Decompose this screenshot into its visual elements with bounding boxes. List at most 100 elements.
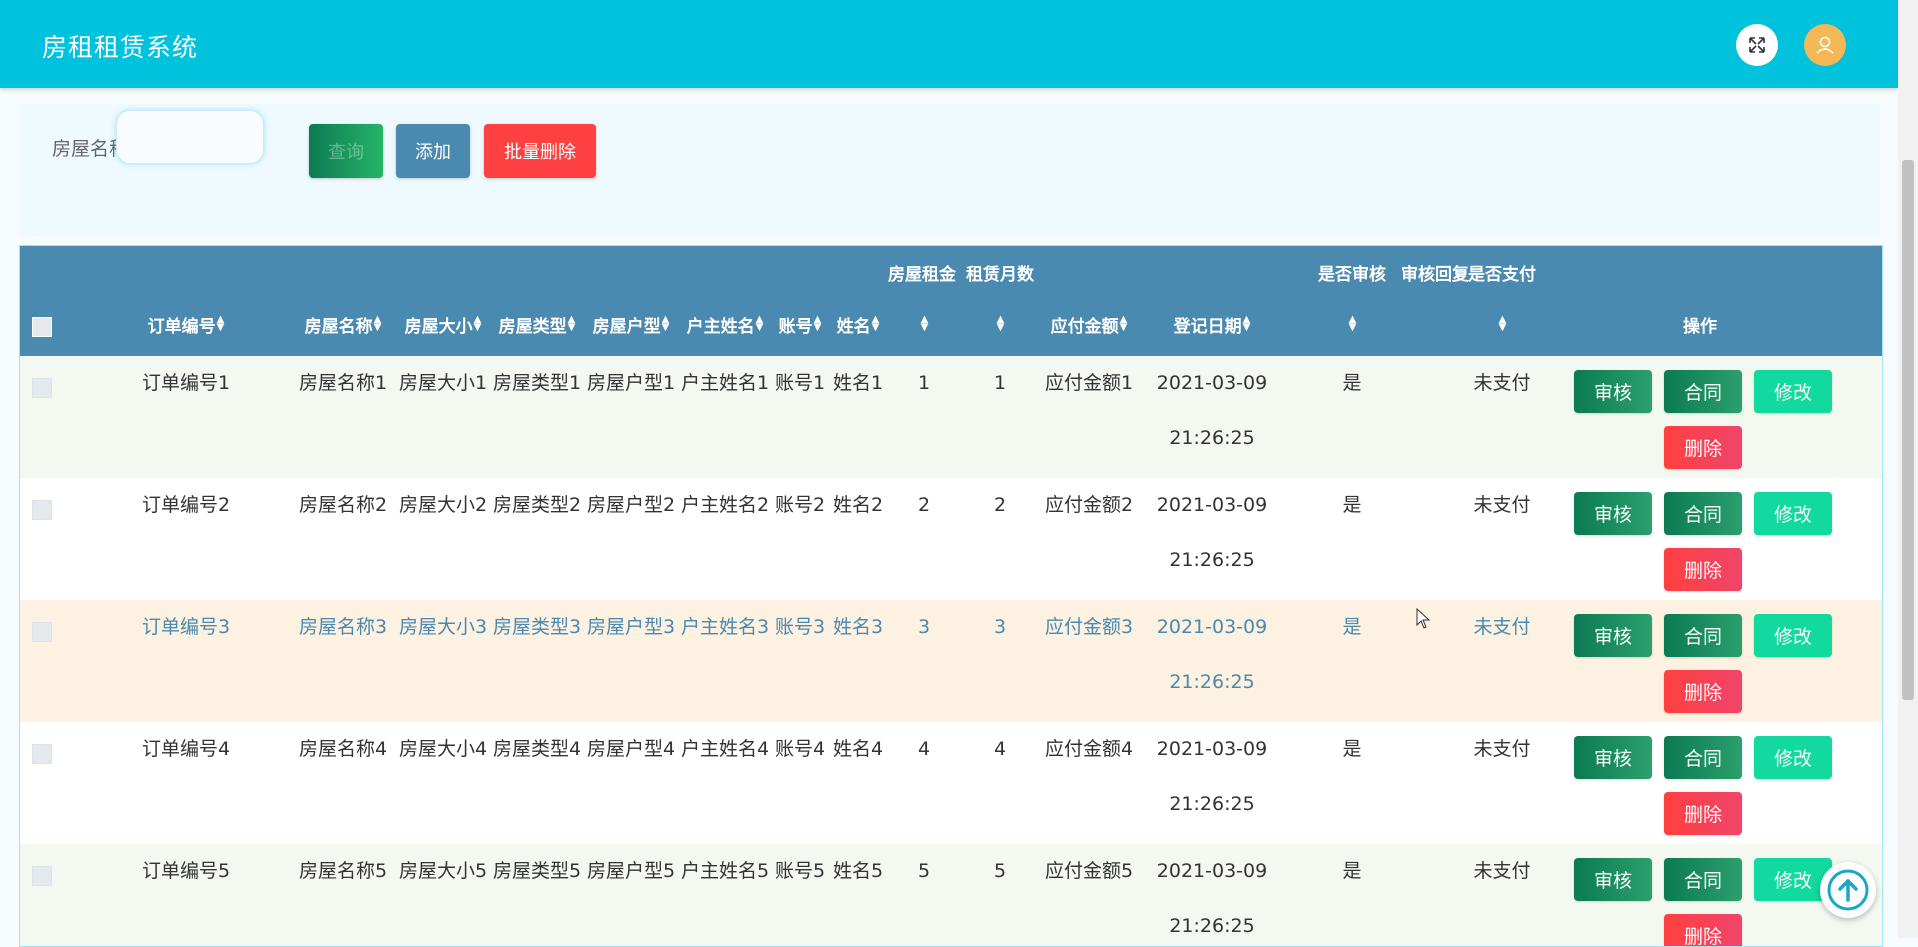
cell-audited: 是 <box>1342 860 1362 882</box>
top-header: 房租租赁系统 <box>0 0 1898 88</box>
row-checkbox[interactable] <box>32 378 52 398</box>
contract-button[interactable]: 合同 <box>1664 858 1742 901</box>
col-reg-date[interactable]: 登记日期 ▲ ▼ <box>1142 308 1282 340</box>
col-audited-sort[interactable]: ▲ ▼ <box>1320 308 1384 340</box>
edit-button[interactable]: 修改 <box>1754 370 1832 413</box>
user-icon <box>1816 36 1834 54</box>
delete-button[interactable]: 删除 <box>1664 914 1742 946</box>
row-checkbox[interactable] <box>32 500 52 520</box>
table-row[interactable]: 订单编号4 房屋名称4 房屋大小4 房屋类型4 房屋户型4 户主姓名4 账号4 姓名4 4 4 应付… <box>20 722 1882 844</box>
col-house-layout[interactable]: 房屋户型 ▲ ▼ <box>584 308 678 340</box>
sort-icon: ▲ ▼ <box>813 314 822 333</box>
table-row[interactable]: 订单编号5 房屋名称5 房屋大小5 房屋类型5 房屋户型5 户主姓名5 账号5 姓名5 5 5 应付… <box>20 844 1882 946</box>
delete-button[interactable]: 删除 <box>1664 792 1742 835</box>
cell-house-size: 房屋大小1 <box>398 372 488 394</box>
sort-icon: ▲ ▼ <box>871 314 880 333</box>
batch-delete-button[interactable]: 批量删除 <box>484 124 596 178</box>
cell-house-name: 房屋名称4 <box>298 738 388 760</box>
sort-icon: ▲ ▼ <box>1498 314 1507 333</box>
cell-house-name: 房屋名称2 <box>298 494 388 516</box>
cell-months: 2 <box>993 494 1007 516</box>
cell-house-layout: 房屋户型5 <box>586 860 676 882</box>
cell-house-type: 房屋类型3 <box>492 616 582 638</box>
cell-order-no: 订单编号3 <box>141 616 231 638</box>
sort-icon: ▲ ▼ <box>996 314 1005 333</box>
col-account[interactable]: 账号 ▲ ▼ <box>772 308 828 340</box>
edit-button[interactable]: 修改 <box>1754 736 1832 779</box>
cell-house-layout: 房屋户型1 <box>586 372 676 394</box>
edit-button[interactable]: 修改 <box>1754 614 1832 657</box>
query-button[interactable]: 查询 <box>309 124 383 178</box>
contract-button[interactable]: 合同 <box>1664 370 1742 413</box>
order-table: 订单编号 ▲ ▼ 房屋名称 ▲ ▼ 房屋大小 ▲ ▼ 房屋类型 ▲ ▼ 房屋户型 ▲ ▼ 户主姓名 ▲… <box>19 245 1883 947</box>
sort-icon: ▲ ▼ <box>661 314 670 333</box>
col-name[interactable]: 姓名 ▲ ▼ <box>828 308 888 340</box>
col-paid-sort[interactable]: ▲ ▼ <box>1470 308 1534 340</box>
col-months-sort[interactable]: ▲ ▼ <box>964 308 1036 340</box>
cell-paid: 未支付 <box>1473 738 1531 760</box>
cell-house-name: 房屋名称5 <box>298 860 388 882</box>
cell-reg-date: 2021-03-09 21:26:25 <box>1156 738 1268 815</box>
cell-paid: 未支付 <box>1473 494 1531 516</box>
row-checkbox[interactable] <box>32 622 52 642</box>
col-owner-name[interactable]: 户主姓名 ▲ ▼ <box>678 308 772 340</box>
cell-house-size: 房屋大小4 <box>398 738 488 760</box>
table-row[interactable]: 订单编号3 房屋名称3 房屋大小3 房屋类型3 房屋户型3 户主姓名3 账号3 姓名3 3 3 应付… <box>20 600 1882 722</box>
fullscreen-button[interactable] <box>1736 24 1778 66</box>
fullscreen-icon <box>1749 37 1765 53</box>
page-scrollbar-thumb[interactable] <box>1902 160 1914 700</box>
cell-rent: 1 <box>917 372 931 394</box>
delete-button[interactable]: 删除 <box>1664 426 1742 469</box>
row-checkbox[interactable] <box>32 866 52 886</box>
audit-button[interactable]: 审核 <box>1574 614 1652 657</box>
sort-icon: ▲ ▼ <box>567 314 576 333</box>
cell-account: 账号2 <box>774 494 826 516</box>
house-name-search-input[interactable] <box>116 110 264 164</box>
col-paid-title: 是否支付 <box>1468 264 1536 285</box>
table-row[interactable]: 订单编号1 房屋名称1 房屋大小1 房屋类型1 房屋户型1 户主姓名1 账号1 姓名1 1 1 应付… <box>20 356 1882 478</box>
cell-house-name: 房屋名称3 <box>298 616 388 638</box>
cell-amount: 应付金额4 <box>1044 738 1134 760</box>
audit-button[interactable]: 审核 <box>1574 492 1652 535</box>
add-button[interactable]: 添加 <box>396 124 470 178</box>
col-house-type[interactable]: 房屋类型 ▲ ▼ <box>490 308 584 340</box>
delete-button[interactable]: 删除 <box>1664 670 1742 713</box>
contract-button[interactable]: 合同 <box>1664 736 1742 779</box>
cell-paid: 未支付 <box>1473 372 1531 394</box>
cell-house-layout: 房屋户型3 <box>586 616 676 638</box>
row-checkbox[interactable] <box>32 744 52 764</box>
cell-house-type: 房屋类型4 <box>492 738 582 760</box>
cell-owner-name: 户主姓名3 <box>680 616 770 638</box>
cell-name: 姓名4 <box>832 738 884 760</box>
sort-icon: ▲ ▼ <box>1119 314 1128 333</box>
cell-house-type: 房屋类型5 <box>492 860 582 882</box>
cell-paid: 未支付 <box>1473 860 1531 882</box>
contract-button[interactable]: 合同 <box>1664 614 1742 657</box>
col-audited-title: 是否审核 <box>1318 264 1386 285</box>
back-to-top-button[interactable] <box>1820 862 1876 918</box>
col-rent-sort[interactable]: ▲ ▼ <box>888 308 960 340</box>
cell-months: 5 <box>993 860 1007 882</box>
cell-order-no: 订单编号5 <box>141 860 231 882</box>
col-house-size[interactable]: 房屋大小 ▲ ▼ <box>396 308 490 340</box>
table-row[interactable]: 订单编号2 房屋名称2 房屋大小2 房屋类型2 房屋户型2 户主姓名2 账号2 姓名2 2 2 应付… <box>20 478 1882 600</box>
cell-name: 姓名2 <box>832 494 884 516</box>
select-all-checkbox[interactable] <box>32 317 52 337</box>
cell-name: 姓名3 <box>832 616 884 638</box>
cell-reg-date: 2021-03-09 21:26:25 <box>1156 494 1268 571</box>
col-house-name[interactable]: 房屋名称 ▲ ▼ <box>290 308 396 340</box>
audit-button[interactable]: 审核 <box>1574 858 1652 901</box>
audit-button[interactable]: 审核 <box>1574 370 1652 413</box>
delete-button[interactable]: 删除 <box>1664 548 1742 591</box>
cell-house-type: 房屋类型1 <box>492 372 582 394</box>
edit-button[interactable]: 修改 <box>1754 492 1832 535</box>
contract-button[interactable]: 合同 <box>1664 492 1742 535</box>
cell-rent: 5 <box>917 860 931 882</box>
cell-amount: 应付金额5 <box>1044 860 1134 882</box>
user-avatar-button[interactable] <box>1804 24 1846 66</box>
arrow-up-icon <box>1827 869 1869 911</box>
col-amount[interactable]: 应付金额 ▲ ▼ <box>1036 308 1142 340</box>
audit-button[interactable]: 审核 <box>1574 736 1652 779</box>
col-order-no[interactable]: 订单编号 ▲ ▼ <box>116 308 256 340</box>
cell-reg-date: 2021-03-09 21:26:25 <box>1156 860 1268 937</box>
